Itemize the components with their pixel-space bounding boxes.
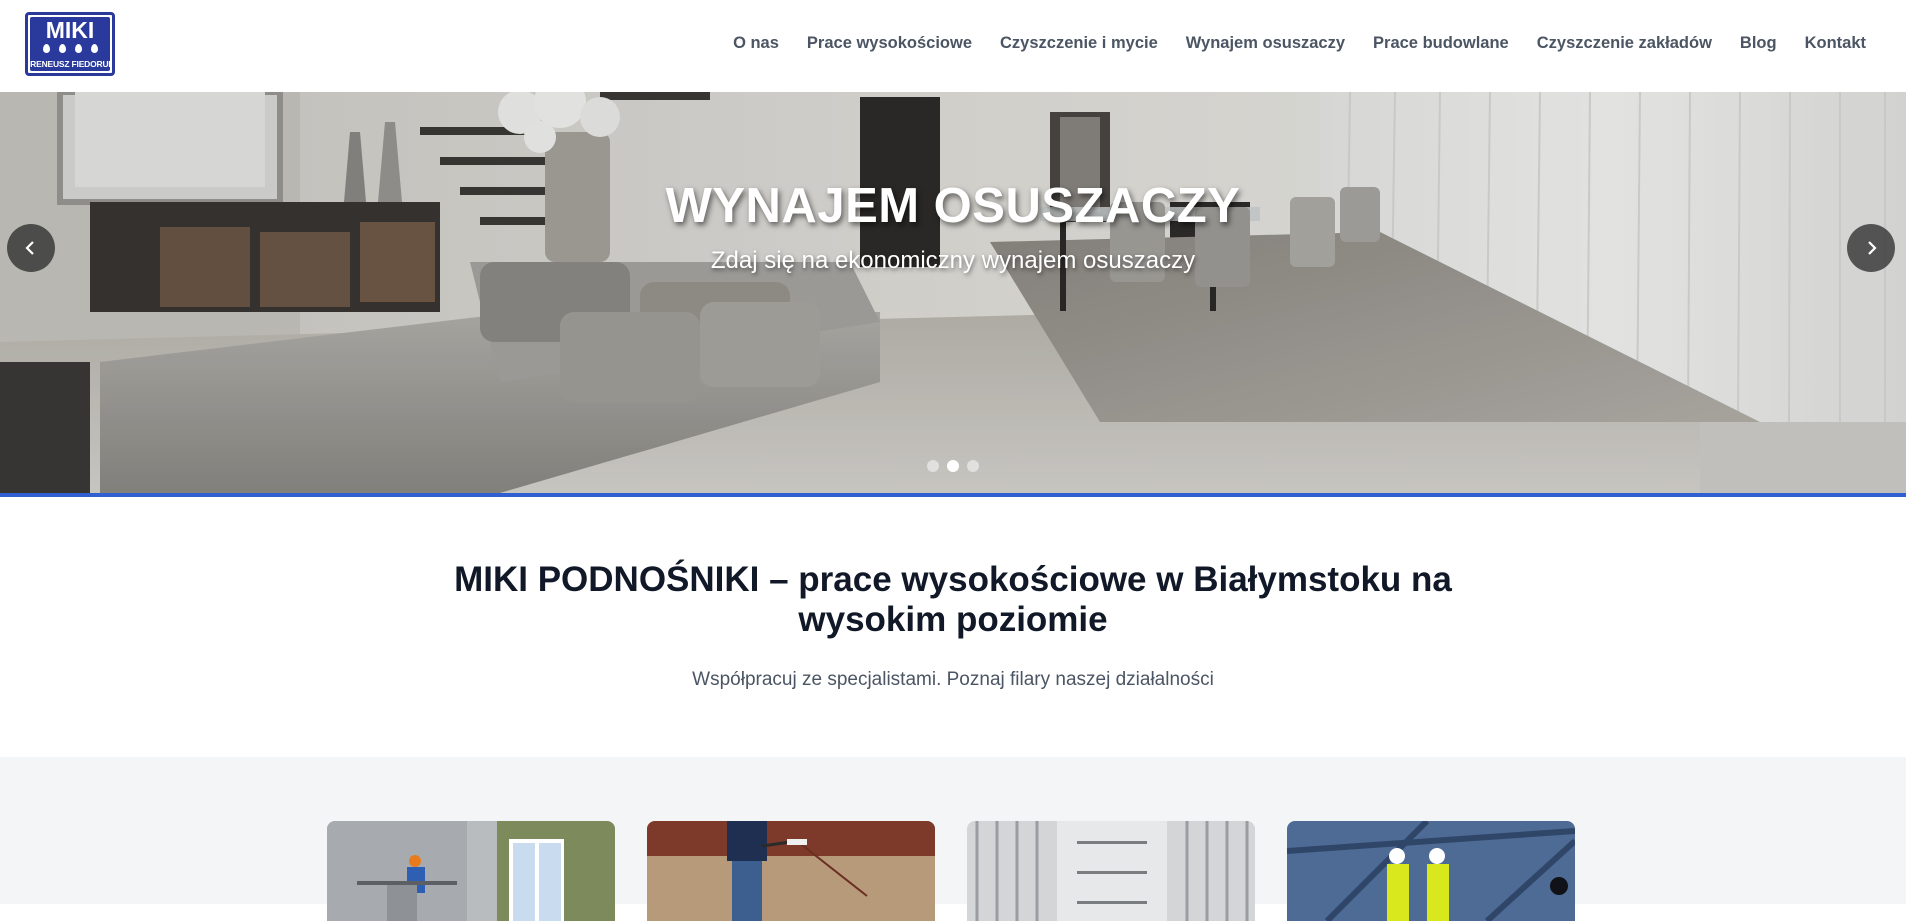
slider-dots [0,460,1906,472]
drop-icon [74,44,82,53]
drop-icon [90,44,98,53]
slider-dot-2[interactable] [947,460,959,472]
service-image-height-work [327,821,615,921]
slider-next-button[interactable] [1847,224,1895,272]
drop-icon [42,44,50,53]
hero-image [0,92,1906,493]
logo-badge: MIKI IRENEUSZ FIEDORUK [30,17,110,71]
slider-dot-1[interactable] [927,460,939,472]
chevron-right-icon [1868,241,1877,255]
nav-item-czyszczenie-zakladow[interactable]: Czyszczenie zakładów [1537,34,1712,53]
service-image-scaffolding [967,821,1255,921]
service-image-pressure-washing [647,821,935,921]
hero-slider: WYNAJEM OSUSZACZY Zdaj się na ekonomiczn… [0,92,1906,493]
service-card-prace-budowlane[interactable] [1287,821,1575,921]
slider-dot-3[interactable] [967,460,979,472]
nav-item-wynajem-osuszaczy[interactable]: Wynajem osuszaczy [1186,34,1345,53]
nav-item-prace-wysokosciowe[interactable]: Prace wysokościowe [807,34,972,53]
service-card-czyszczenie-i-mycie[interactable] [647,821,935,921]
service-image-construction-workers [1287,821,1575,921]
logo-name: MIKI [45,17,95,43]
intro-subtitle: Współpracuj ze specjalistami. Poznaj fil… [692,669,1214,690]
hero-title: WYNAJEM OSUSZACZY [665,179,1241,233]
nav-item-kontakt[interactable]: Kontakt [1805,34,1866,53]
nav-item-blog[interactable]: Blog [1740,34,1777,53]
logo-owner: IRENEUSZ FIEDORUK [30,59,110,69]
intro-title: MIKI PODNOŚNIKI – prace wysokościowe w B… [454,560,1452,639]
nav-item-o-nas[interactable]: O nas [733,34,779,53]
drop-icon [58,44,66,53]
logo[interactable]: MIKI IRENEUSZ FIEDORUK [25,12,115,76]
service-card-prace-wysokosciowe[interactable] [327,821,615,921]
slider-prev-button[interactable] [7,224,55,272]
main-nav: O nas Prace wysokościowe Czyszczenie i m… [705,34,1866,53]
site-header: MIKI IRENEUSZ FIEDORUK O nas Prace wysok… [0,0,1906,92]
service-card-wynajem-osuszaczy[interactable] [967,821,1255,921]
chevron-left-icon [25,241,34,255]
intro-section: MIKI PODNOŚNIKI – prace wysokościowe w B… [0,497,1906,757]
hero-subtitle: Zdaj się na ekonomiczny wynajem osuszacz… [710,247,1196,274]
services-section [0,757,1906,921]
logo-drops [38,44,102,53]
nav-item-czyszczenie-i-mycie[interactable]: Czyszczenie i mycie [1000,34,1158,53]
nav-item-prace-budowlane[interactable]: Prace budowlane [1373,34,1509,53]
